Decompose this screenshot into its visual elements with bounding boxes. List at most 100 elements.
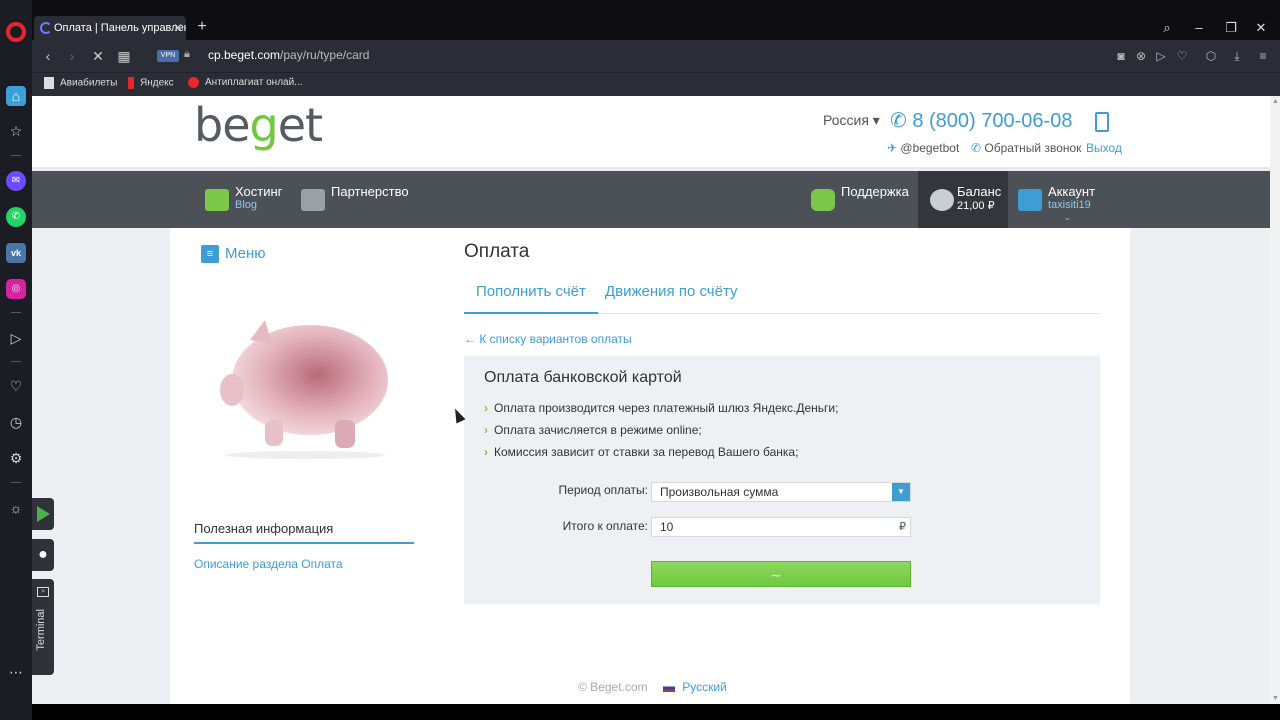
- stop-loading-icon[interactable]: ✕: [88, 46, 108, 66]
- star-icon[interactable]: ☆: [6, 121, 26, 141]
- antiplagiat-icon: [188, 77, 199, 88]
- extensions-icon[interactable]: ⬡: [1202, 47, 1220, 65]
- piggy-bank-image: [220, 320, 388, 459]
- terminal-icon: >: [37, 587, 49, 597]
- search-tabs-icon[interactable]: ⌕: [1152, 16, 1182, 40]
- period-select-value: Произвольная сумма: [660, 485, 779, 499]
- whatsapp-icon[interactable]: ✆: [6, 207, 26, 227]
- telegram-link[interactable]: ✈ @begetbot: [887, 141, 959, 155]
- telegram-label: @begetbot: [900, 141, 960, 155]
- nav-balance-value: 21,00 ₽: [957, 200, 995, 212]
- nav-partnership[interactable]: Партнерство: [301, 171, 411, 228]
- camera-icon[interactable]: ◙: [1112, 47, 1130, 65]
- chevron-down-icon[interactable]: ▼: [892, 483, 910, 501]
- exit-door-icon[interactable]: [1095, 112, 1109, 132]
- heart-icon[interactable]: ♡: [6, 376, 26, 396]
- browser-tab[interactable]: Оплата | Панель управления: [34, 16, 186, 40]
- maximize-icon[interactable]: ❐: [1216, 16, 1246, 40]
- settings-icon[interactable]: ⚙: [6, 448, 26, 468]
- new-tab-icon[interactable]: +: [192, 16, 212, 40]
- nav-account-user: taxisiti19: [1048, 199, 1091, 211]
- nav-hosting[interactable]: Хостинг Blog: [205, 171, 295, 228]
- bookmark-item[interactable]: Яндекс: [128, 77, 174, 89]
- partnership-icon: [301, 189, 325, 211]
- apple-tool[interactable]: ●: [32, 539, 54, 571]
- sidebar-separator: [11, 155, 21, 156]
- back-to-payment-options-link[interactable]: ← К списку вариантов оплаты: [464, 332, 632, 346]
- page-scrollbar[interactable]: ▲ ▼: [1270, 96, 1280, 704]
- tab-topup[interactable]: Пополнить счёт: [464, 280, 598, 314]
- content-area: ≡ Меню Полезная информация Описание разд…: [170, 228, 1130, 704]
- logout-link[interactable]: Выход: [1086, 141, 1122, 155]
- lightbulb-icon[interactable]: ☼: [6, 498, 26, 518]
- scroll-down-icon[interactable]: ▼: [1272, 695, 1279, 702]
- heart-icon[interactable]: ♡: [1173, 47, 1191, 65]
- language-switcher[interactable]: Русский: [682, 680, 727, 694]
- instagram-icon[interactable]: ◎: [6, 279, 26, 299]
- bookmark-label: Яндекс: [140, 77, 174, 89]
- nav-hosting-label: Хостинг: [235, 184, 283, 199]
- back-icon[interactable]: ‹: [38, 46, 58, 66]
- account-card-icon: [1018, 189, 1042, 211]
- bookmark-item[interactable]: Антиплагиат онлай...: [188, 77, 303, 88]
- speed-dial-icon[interactable]: ▦: [114, 46, 134, 66]
- amount-input[interactable]: 10 ₽: [651, 517, 911, 537]
- address-bar: ‹ › ✕ ▦ VPN 🔒︎ cp.beget.com/pay/ru/type/…: [32, 40, 1280, 72]
- nav-account[interactable]: Аккаунт taxisiti19 ⌄: [1018, 171, 1118, 228]
- currency-symbol: ₽: [899, 521, 906, 533]
- region-select[interactable]: Россия ▾: [823, 112, 880, 129]
- phone-number[interactable]: ✆ 8 (800) 700-06-08: [890, 108, 1072, 133]
- minimize-icon[interactable]: –: [1184, 16, 1214, 40]
- useful-info-underline: [194, 542, 414, 544]
- menu-hamburger-icon[interactable]: ≡: [201, 245, 219, 263]
- send-icon[interactable]: ▷: [6, 328, 26, 348]
- callback-label: Обратный звонок: [984, 141, 1082, 155]
- adblock-icon[interactable]: ⊗: [1132, 47, 1150, 65]
- terminal-label: Terminal: [35, 609, 47, 651]
- total-label: Итого к оплате:: [562, 519, 648, 533]
- opera-sidebar: ⌂ ☆ ✉ ✆ vk ◎ ▷ ♡ ◷ ⚙ ☼ ⋯: [0, 0, 32, 720]
- download-icon[interactable]: ⤓: [1228, 47, 1246, 65]
- menu-icon[interactable]: ≡: [1254, 47, 1272, 65]
- terminal-tool[interactable]: > Terminal: [32, 579, 54, 675]
- pay-button[interactable]: ∼: [651, 561, 911, 587]
- nav-balance[interactable]: Баланс 21,00 ₽: [918, 171, 1008, 228]
- chevron-down-icon[interactable]: ⌄: [1064, 213, 1071, 222]
- menu-label[interactable]: Меню: [225, 245, 266, 262]
- home-icon[interactable]: ⌂: [6, 86, 26, 106]
- nav-support-label: Поддержка: [841, 184, 909, 199]
- callback-link[interactable]: ✆ Обратный звонок: [971, 141, 1081, 155]
- send-icon[interactable]: ▷: [1152, 47, 1170, 65]
- opera-logo-icon[interactable]: [6, 22, 26, 42]
- scroll-up-icon[interactable]: ▲: [1272, 98, 1279, 105]
- useful-info-link[interactable]: Описание раздела Оплата: [194, 557, 343, 571]
- tab-transactions[interactable]: Движения по счёту: [593, 280, 750, 314]
- bookmark-item[interactable]: Авиабилеты: [44, 77, 117, 89]
- forward-icon[interactable]: ›: [62, 46, 82, 66]
- history-icon[interactable]: ◷: [6, 412, 26, 432]
- google-play-tool[interactable]: [32, 498, 54, 530]
- close-window-icon[interactable]: ✕: [1246, 16, 1276, 40]
- nav-support[interactable]: Поддержка: [811, 171, 911, 228]
- more-icon[interactable]: ⋯: [6, 662, 26, 682]
- info-bullet-text: Комиссия зависит от ставки за перевод Ва…: [494, 445, 799, 459]
- vpn-badge[interactable]: VPN: [157, 50, 179, 62]
- nav-account-label: Аккаунт: [1048, 184, 1096, 199]
- messenger-icon[interactable]: ✉: [6, 171, 26, 191]
- support-chat-icon: [811, 189, 835, 211]
- chevron-right-icon: ›: [484, 401, 488, 415]
- page-icon: [44, 77, 54, 89]
- lock-icon[interactable]: 🔒︎: [184, 48, 190, 61]
- url-field[interactable]: cp.beget.com/pay/ru/type/card: [208, 48, 369, 62]
- vk-icon[interactable]: vk: [6, 243, 26, 263]
- coins-icon: [930, 189, 954, 211]
- main-nav: Хостинг Blog Партнерство Поддержка Балан…: [32, 171, 1270, 228]
- telegram-icon: ✈: [887, 141, 901, 155]
- close-tab-icon[interactable]: ✕: [170, 16, 186, 40]
- beget-logo[interactable]: beget: [194, 98, 323, 152]
- nav-partnership-label: Партнерство: [331, 184, 409, 199]
- loading-spinner-icon: [40, 22, 52, 34]
- status-bar: [32, 704, 1280, 720]
- nav-hosting-sub[interactable]: Blog: [235, 199, 257, 211]
- period-select[interactable]: Произвольная сумма ▼: [651, 482, 911, 502]
